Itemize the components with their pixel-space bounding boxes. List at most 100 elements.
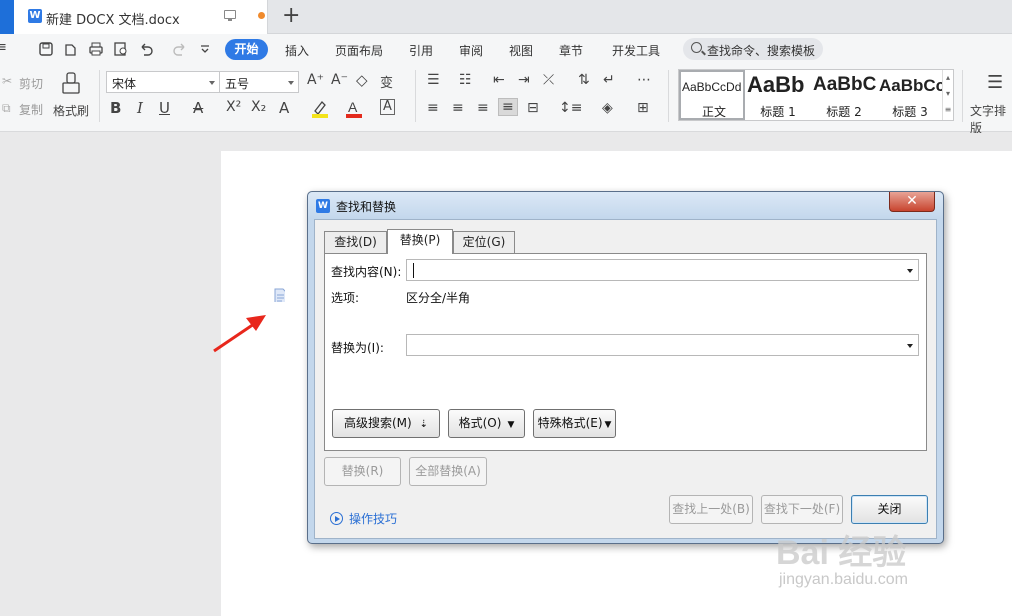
- text-layout-label[interactable]: 文字排版: [970, 102, 1012, 136]
- text-layout-icon[interactable]: ☰: [987, 72, 1003, 93]
- find-previous-button[interactable]: 查找上一处(B): [669, 495, 753, 524]
- menu-tab-references[interactable]: 引用: [409, 42, 433, 59]
- menu-tab-insert[interactable]: 插入: [285, 42, 309, 59]
- format-label: 格式(O): [458, 416, 502, 430]
- font-name-select[interactable]: 宋体: [106, 71, 220, 93]
- character-border-icon[interactable]: A: [380, 99, 395, 115]
- justify-icon[interactable]: ≡: [498, 98, 518, 116]
- app-menu-strip[interactable]: [0, 0, 14, 34]
- cut-label[interactable]: 剪切: [19, 75, 43, 92]
- tab-goto[interactable]: 定位(G): [453, 231, 515, 253]
- special-format-button[interactable]: 特殊格式(E) ▼: [533, 409, 616, 438]
- close-button[interactable]: 关闭: [851, 495, 928, 524]
- unsaved-dot-icon[interactable]: [258, 12, 265, 19]
- wps-writer-icon: W: [316, 199, 330, 213]
- style-heading-2[interactable]: AaBbC 标题 2: [811, 70, 877, 120]
- font-name-value: 宋体: [112, 77, 137, 91]
- strikethrough-icon[interactable]: A: [193, 99, 203, 117]
- ribbon-separator: [668, 70, 669, 122]
- show-marks-icon[interactable]: ↵: [603, 72, 615, 88]
- document-title: 新建 DOCX 文档.docx: [46, 13, 180, 28]
- advanced-search-button[interactable]: 高级搜索(M) ⇣: [332, 409, 440, 438]
- style-heading-1[interactable]: AaBb 标题 1: [745, 70, 811, 120]
- pinyin-icon[interactable]: 变: [380, 72, 393, 91]
- highlight-icon[interactable]: [311, 99, 329, 119]
- save-icon[interactable]: [38, 41, 54, 57]
- replace-with-label: 替换为(I):: [331, 341, 384, 355]
- menu-tab-home[interactable]: 开始: [225, 39, 268, 60]
- format-painter-icon[interactable]: [60, 71, 82, 97]
- collapse-menu-icon[interactable]: ≡: [0, 40, 7, 55]
- increase-indent-icon[interactable]: ⇥: [518, 72, 530, 88]
- line-spacing-icon[interactable]: ↕≡: [559, 100, 582, 116]
- menu-tab-chapter[interactable]: 章节: [559, 42, 583, 59]
- output-icon[interactable]: [63, 41, 79, 57]
- style-heading-3[interactable]: AaBbCc 标题 3: [877, 70, 943, 120]
- align-left-icon[interactable]: ≡: [427, 100, 439, 116]
- superscript-icon[interactable]: X²: [226, 99, 241, 115]
- format-button[interactable]: 格式(O) ▼: [448, 409, 525, 438]
- cut-icon[interactable]: ✂: [2, 74, 12, 88]
- customize-dropdown-icon[interactable]: [199, 43, 211, 55]
- align-right-icon[interactable]: ≡: [477, 100, 489, 116]
- text-caret: [413, 263, 414, 278]
- undo-icon[interactable]: [138, 41, 154, 57]
- underline-icon[interactable]: U: [159, 99, 170, 117]
- print-preview-icon[interactable]: [113, 41, 129, 57]
- align-center-icon[interactable]: ≡: [452, 100, 464, 116]
- style-normal[interactable]: AaBbCcDd 正文: [679, 70, 745, 120]
- chevron-down-icon: ▼: [604, 420, 612, 430]
- sort-icon[interactable]: ⇅: [578, 72, 590, 88]
- italic-icon[interactable]: I: [137, 99, 143, 117]
- redo-icon[interactable]: [172, 41, 188, 57]
- numbered-list-icon[interactable]: ☷: [459, 72, 472, 88]
- chevron-down-icon: ▼: [507, 420, 515, 430]
- tab-find[interactable]: 查找(D): [324, 231, 387, 253]
- command-search-label: 查找命令、搜索模板: [707, 44, 816, 58]
- subscript-icon[interactable]: X₂: [251, 99, 266, 115]
- replace-button[interactable]: 替换(R): [324, 457, 401, 486]
- find-next-button[interactable]: 查找下一处(F): [761, 495, 843, 524]
- options-value: 区分全/半角: [406, 291, 471, 305]
- font-color-icon[interactable]: A: [345, 99, 363, 119]
- menu-tab-review[interactable]: 审阅: [459, 42, 483, 59]
- format-painter-label[interactable]: 格式刷: [53, 102, 89, 119]
- style-heading-1-name: 标题 1: [760, 105, 796, 119]
- shrink-font-icon[interactable]: A⁻: [331, 72, 348, 88]
- document-tab[interactable]: W 新建 DOCX 文档.docx: [14, 0, 268, 34]
- text-effect-icon[interactable]: A: [279, 99, 289, 117]
- distributed-align-icon[interactable]: ⊟: [527, 100, 539, 116]
- dialog-close-button[interactable]: ✕: [889, 192, 935, 212]
- command-search[interactable]: 查找命令、搜索模板: [683, 38, 823, 60]
- chevron-down-icon: [907, 269, 913, 273]
- find-what-input[interactable]: [406, 259, 919, 281]
- menu-tab-page-layout[interactable]: 页面布局: [335, 42, 383, 59]
- replace-with-input[interactable]: [406, 334, 919, 356]
- style-heading-1-preview: AaBb: [747, 72, 805, 97]
- replace-all-button[interactable]: 全部替换(A): [409, 457, 487, 486]
- copy-label[interactable]: 复制: [19, 101, 43, 118]
- shading-icon[interactable]: ◈: [602, 100, 613, 116]
- new-tab-button[interactable]: +: [282, 3, 300, 29]
- dialog-title-bar[interactable]: W 查找和替换 ✕: [308, 192, 943, 219]
- style-gallery-scroll[interactable]: ▴ ▾ ≡: [942, 70, 953, 120]
- decrease-indent-icon[interactable]: ⇤: [493, 72, 505, 88]
- font-size-select[interactable]: 五号: [219, 71, 299, 93]
- print-icon[interactable]: [88, 41, 104, 57]
- tab-replace[interactable]: 替换(P): [387, 229, 453, 254]
- monitor-icon[interactable]: [224, 10, 236, 21]
- paragraph-layout-icon[interactable]: [273, 288, 285, 302]
- grid-lines-icon[interactable]: ⋯: [637, 72, 651, 88]
- clear-format-icon[interactable]: ◇: [356, 71, 368, 89]
- copy-icon[interactable]: ⧉: [2, 101, 11, 116]
- grow-font-icon[interactable]: A⁺: [307, 72, 324, 88]
- bold-icon[interactable]: B: [110, 99, 121, 117]
- chinese-layout-icon[interactable]: ⤫: [543, 72, 554, 88]
- menu-tab-developer[interactable]: 开发工具: [612, 42, 660, 59]
- baidu-watermark-url: jingyan.baidu.com: [779, 571, 908, 588]
- menu-tab-view[interactable]: 视图: [509, 42, 533, 59]
- borders-icon[interactable]: ⊞: [637, 100, 649, 116]
- bullet-list-icon[interactable]: ☰: [427, 72, 440, 88]
- style-normal-name: 正文: [701, 105, 726, 119]
- tips-link[interactable]: 操作技巧: [330, 510, 397, 527]
